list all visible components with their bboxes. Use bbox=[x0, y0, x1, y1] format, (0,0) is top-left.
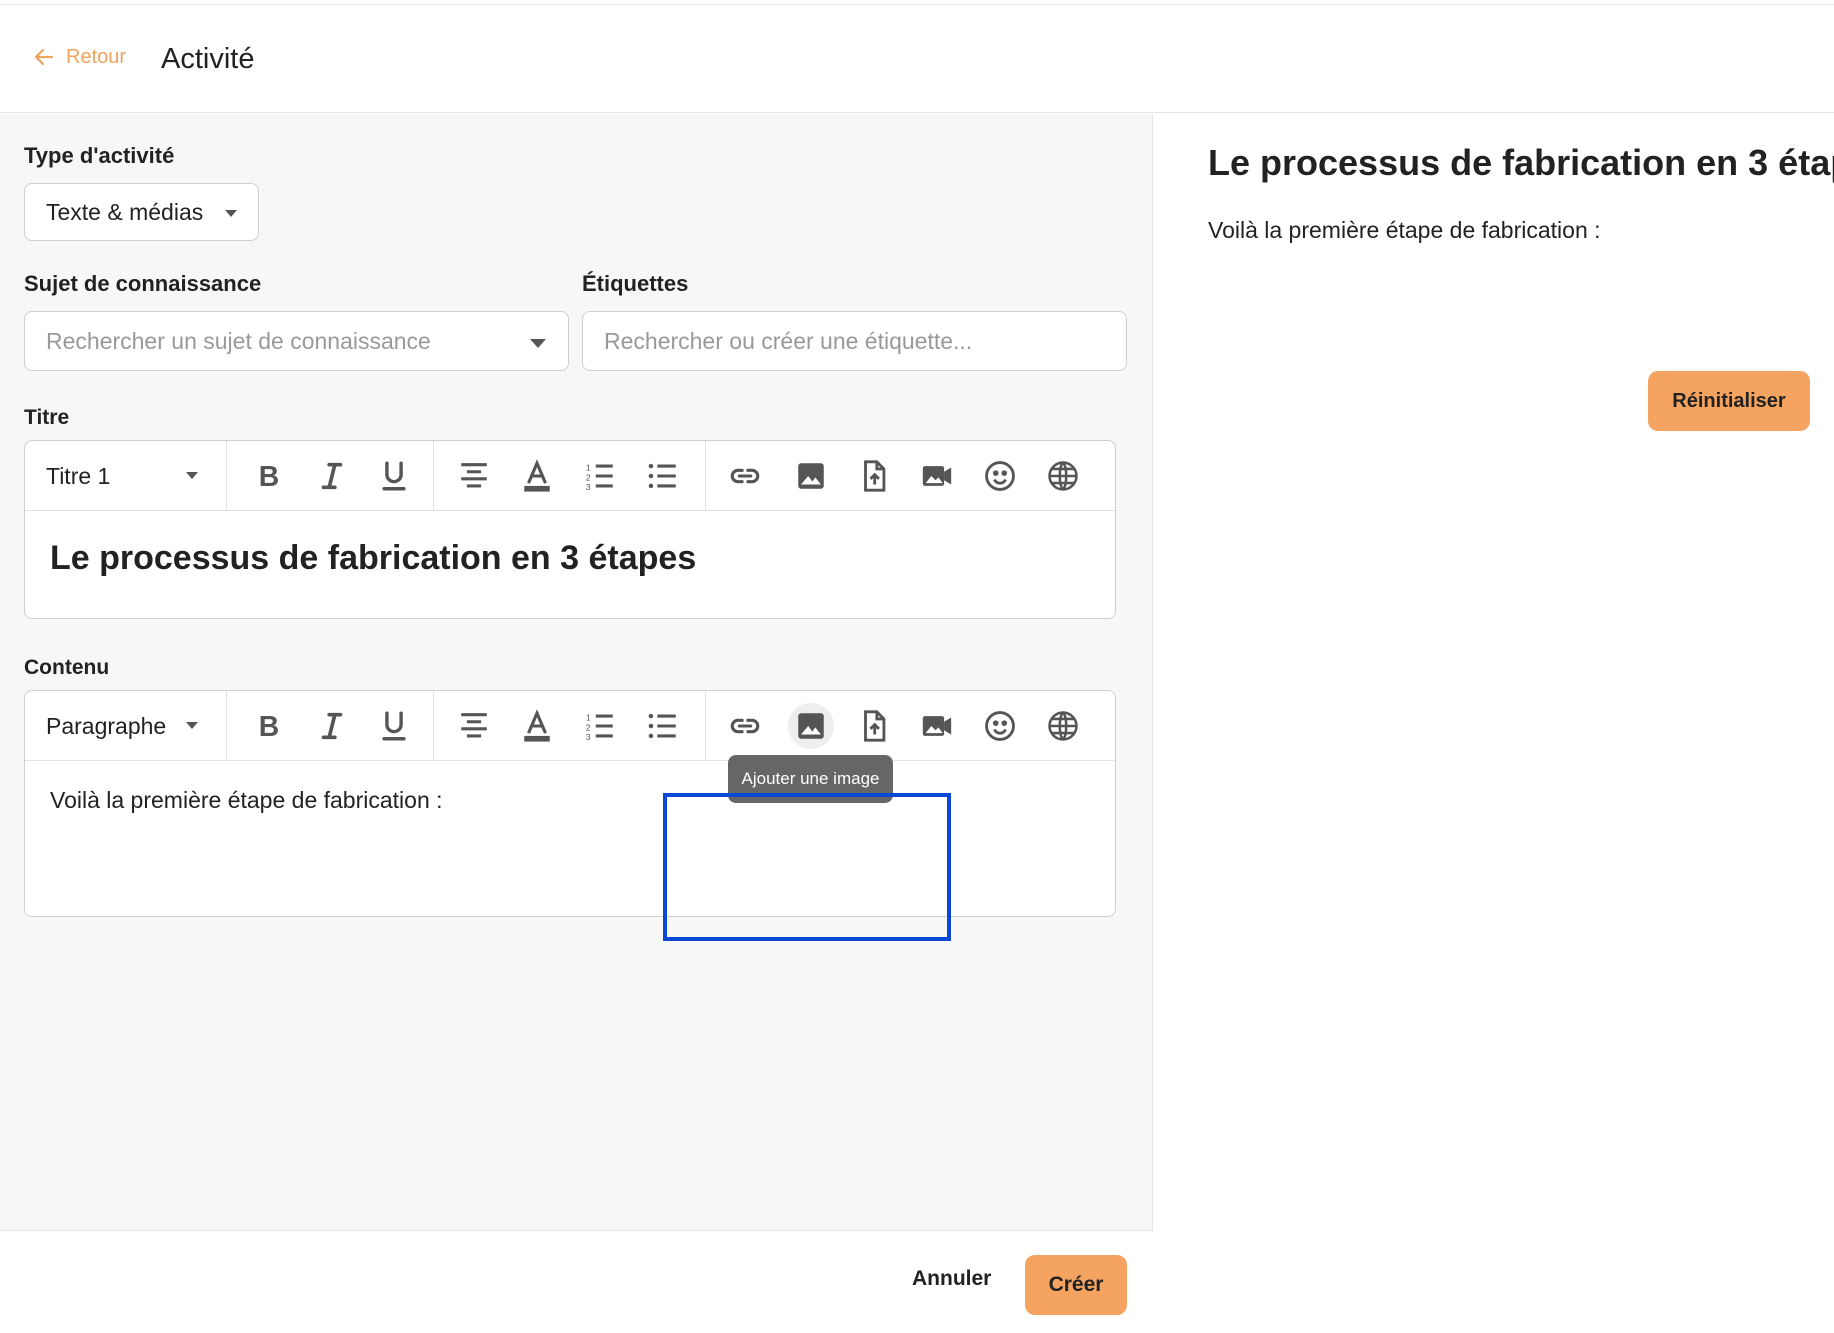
globe-button[interactable] bbox=[1040, 703, 1086, 749]
video-button[interactable] bbox=[914, 703, 960, 749]
text-color-icon bbox=[524, 459, 550, 492]
title-label: Titre bbox=[24, 406, 70, 429]
file-upload-button[interactable] bbox=[851, 453, 897, 499]
svg-text:3: 3 bbox=[586, 732, 591, 742]
ordered-list-icon: 123 bbox=[586, 712, 613, 742]
bold-icon: B bbox=[259, 711, 279, 743]
subject-select[interactable]: Rechercher un sujet de connaissance bbox=[24, 311, 569, 371]
text-color-icon bbox=[524, 709, 550, 742]
reset-button[interactable]: Réinitialiser bbox=[1648, 371, 1810, 431]
image-icon bbox=[798, 713, 824, 739]
italic-icon bbox=[321, 462, 343, 490]
ordered-list-button[interactable]: 123 bbox=[577, 453, 623, 499]
content-label: Contenu bbox=[24, 656, 110, 679]
image-button[interactable] bbox=[788, 703, 834, 749]
caret-down-icon bbox=[225, 210, 237, 217]
link-icon bbox=[730, 468, 760, 484]
preview-text: Voilà la première étape de fabrication : bbox=[1208, 217, 1601, 243]
content-editor-text[interactable]: Voilà la première étape de fabrication : bbox=[25, 761, 1115, 814]
emoji-button[interactable] bbox=[977, 453, 1023, 499]
bullet-list-icon bbox=[648, 713, 676, 739]
svg-text:2: 2 bbox=[586, 472, 591, 482]
title-style-value: Titre 1 bbox=[46, 462, 111, 489]
title-editor: Titre 1 B 123 Le processus de fabricatio… bbox=[24, 440, 1116, 619]
ordered-list-icon: 123 bbox=[586, 462, 613, 492]
italic-icon bbox=[321, 712, 343, 740]
activity-type-select[interactable]: Texte & médias bbox=[24, 183, 259, 241]
link-button[interactable] bbox=[722, 453, 768, 499]
create-button[interactable]: Créer bbox=[1025, 1255, 1127, 1315]
underline-icon bbox=[382, 711, 406, 741]
bold-button[interactable]: B bbox=[246, 453, 292, 499]
align-center-icon bbox=[461, 463, 487, 488]
arrow-left-icon bbox=[34, 48, 54, 66]
globe-icon bbox=[1048, 711, 1078, 741]
svg-text:2: 2 bbox=[586, 722, 591, 732]
form-panel: Type d'activité Texte & médias Sujet de … bbox=[0, 114, 1153, 1230]
align-button[interactable] bbox=[451, 453, 497, 499]
underline-button[interactable] bbox=[371, 703, 417, 749]
cancel-button[interactable]: Annuler bbox=[912, 1267, 991, 1291]
emoji-icon bbox=[985, 711, 1015, 741]
activity-type-label: Type d'activité bbox=[24, 143, 175, 168]
subject-placeholder: Rechercher un sujet de connaissance bbox=[46, 327, 431, 354]
tags-placeholder: Rechercher ou créer une étiquette... bbox=[604, 327, 973, 354]
bullet-list-icon bbox=[648, 463, 676, 489]
content-editor: Paragraphe B 123 Voilà la première étape… bbox=[24, 690, 1116, 917]
svg-text:1: 1 bbox=[586, 462, 591, 472]
text-color-button[interactable] bbox=[514, 703, 560, 749]
title-editor-content[interactable]: Le processus de fabrication en 3 étapes bbox=[25, 511, 1115, 578]
title-style-select[interactable]: Titre 1 bbox=[25, 441, 227, 511]
italic-button[interactable] bbox=[309, 703, 355, 749]
globe-button[interactable] bbox=[1040, 453, 1086, 499]
image-icon bbox=[798, 463, 824, 489]
bullet-list-button[interactable] bbox=[640, 703, 686, 749]
image-button[interactable] bbox=[788, 453, 834, 499]
caret-down-icon bbox=[186, 722, 198, 729]
bullet-list-button[interactable] bbox=[640, 453, 686, 499]
text-color-button[interactable] bbox=[514, 453, 560, 499]
preview-title: Le processus de fabrication en 3 étapes bbox=[1208, 142, 1834, 183]
title-toolbar: Titre 1 B 123 bbox=[25, 441, 1115, 511]
align-center-icon bbox=[461, 713, 487, 738]
file-upload-button[interactable] bbox=[851, 703, 897, 749]
bold-icon: B bbox=[259, 461, 279, 493]
tags-input[interactable]: Rechercher ou créer une étiquette... bbox=[582, 311, 1127, 371]
globe-icon bbox=[1048, 461, 1078, 491]
page-title: Activité bbox=[161, 43, 255, 75]
tags-label: Étiquettes bbox=[582, 271, 689, 296]
svg-text:B: B bbox=[259, 461, 279, 493]
underline-icon bbox=[382, 461, 406, 491]
content-style-value: Paragraphe bbox=[46, 712, 167, 739]
video-icon bbox=[922, 466, 952, 486]
file-upload-icon bbox=[864, 710, 886, 742]
page-header: Retour Activité bbox=[0, 5, 1834, 113]
italic-button[interactable] bbox=[309, 453, 355, 499]
back-label: Retour bbox=[66, 45, 127, 68]
video-icon bbox=[922, 716, 952, 736]
svg-text:1: 1 bbox=[586, 712, 591, 722]
svg-text:3: 3 bbox=[586, 482, 591, 492]
caret-down-icon bbox=[530, 339, 546, 348]
caret-down-icon bbox=[186, 472, 198, 479]
subject-label: Sujet de connaissance bbox=[24, 271, 262, 296]
underline-button[interactable] bbox=[371, 453, 417, 499]
svg-text:B: B bbox=[259, 711, 279, 743]
align-button[interactable] bbox=[451, 703, 497, 749]
back-link[interactable]: Retour bbox=[32, 45, 126, 69]
content-style-select[interactable]: Paragraphe bbox=[25, 691, 227, 761]
link-button[interactable] bbox=[722, 703, 768, 749]
emoji-icon bbox=[985, 461, 1015, 491]
preview-panel: Le processus de fabrication en 3 étapes … bbox=[1154, 114, 1834, 1333]
form-footer: Annuler Créer bbox=[0, 1230, 1153, 1333]
highlight-box bbox=[663, 793, 951, 941]
activity-type-value: Texte & médias bbox=[46, 198, 204, 225]
emoji-button[interactable] bbox=[977, 703, 1023, 749]
file-upload-icon bbox=[864, 460, 886, 492]
link-icon bbox=[730, 718, 760, 734]
ordered-list-button[interactable]: 123 bbox=[577, 703, 623, 749]
bold-button[interactable]: B bbox=[246, 703, 292, 749]
video-button[interactable] bbox=[914, 453, 960, 499]
content-toolbar: Paragraphe B 123 bbox=[25, 691, 1115, 761]
